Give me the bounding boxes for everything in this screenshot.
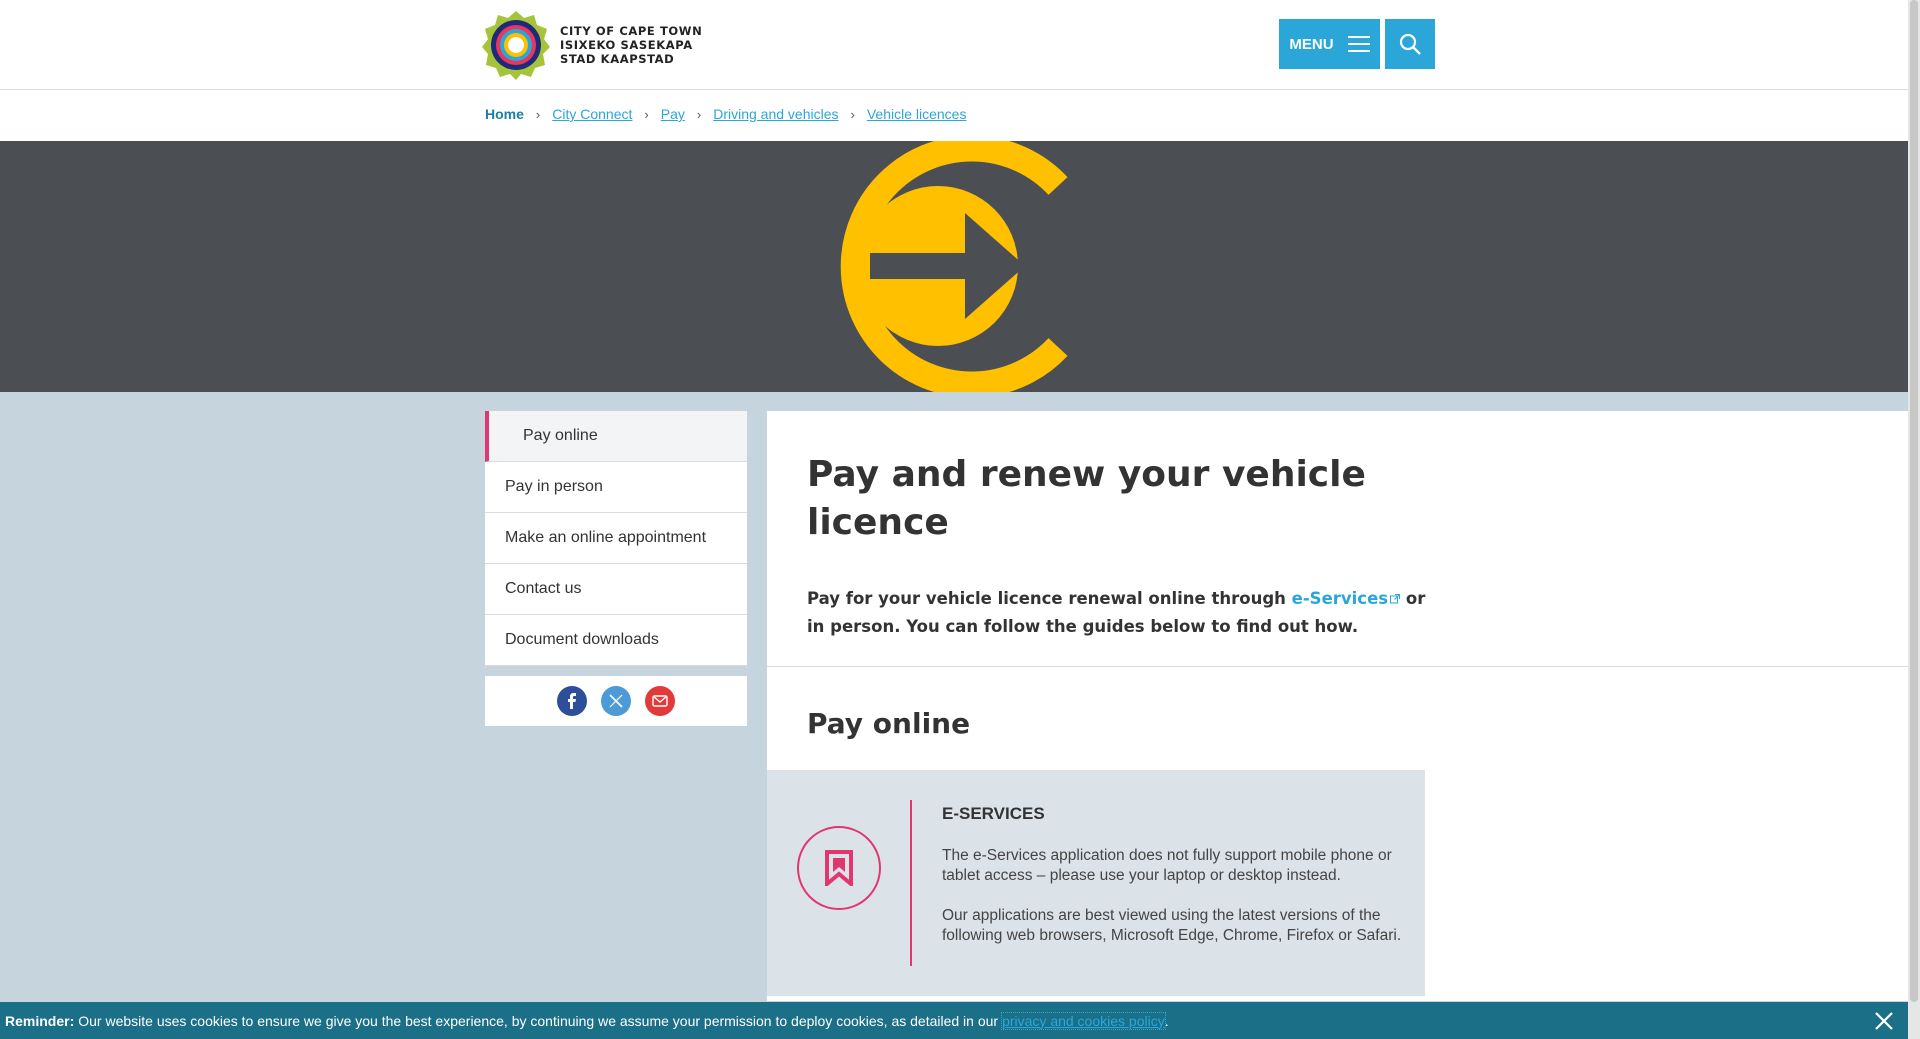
search-icon bbox=[1399, 33, 1421, 55]
e-services-link[interactable]: e-Services bbox=[1291, 589, 1401, 608]
breadcrumb-city-connect[interactable]: City Connect bbox=[552, 106, 632, 122]
sidebar-item-pay-online[interactable]: Pay online bbox=[485, 411, 747, 462]
cookie-end: . bbox=[1164, 1012, 1169, 1029]
breadcrumb-pay[interactable]: Pay bbox=[661, 106, 685, 122]
site-header: CITY OF CAPE TOWN ISIXEKO SASEKAPA STAD … bbox=[0, 0, 1908, 90]
scrollbar-thumb[interactable] bbox=[1910, 0, 1918, 1002]
menu-label: MENU bbox=[1289, 35, 1334, 53]
bookmark-icon bbox=[825, 850, 853, 886]
logo-line: STAD KAAPSTAD bbox=[560, 52, 675, 66]
card-title: E-SERVICES bbox=[942, 804, 1045, 823]
chevron-right-icon: › bbox=[696, 106, 702, 122]
logo-line: ISIXEKO SASEKAPA bbox=[560, 38, 693, 52]
breadcrumb-vehicle-licences[interactable]: Vehicle licences bbox=[867, 106, 967, 122]
breadcrumb: Home › City Connect › Pay › Driving and … bbox=[485, 106, 966, 122]
sidebar-item-label: Contact us bbox=[505, 580, 582, 597]
external-link-icon bbox=[1390, 594, 1401, 604]
sidebar-item-contact-us[interactable]: Contact us bbox=[485, 564, 747, 615]
breadcrumb-bar: Home › City Connect › Pay › Driving and … bbox=[0, 90, 1908, 141]
breadcrumb-home[interactable]: Home bbox=[485, 106, 524, 122]
main-content: Pay and renew your vehicle licence Pay f… bbox=[767, 411, 1908, 1001]
sidebar-item-label: Make an online appointment bbox=[505, 529, 707, 546]
sidebar-nav: Pay online Pay in person Make an online … bbox=[485, 411, 747, 666]
sidebar-item-label: Pay in person bbox=[505, 478, 603, 495]
privacy-policy-link[interactable]: privacy and cookies policy bbox=[1001, 1011, 1166, 1030]
logo-line: CITY OF CAPE TOWN bbox=[560, 24, 703, 38]
card-paragraph: The e-Services application does not full… bbox=[942, 847, 1392, 884]
page-scrollbar[interactable] bbox=[1908, 0, 1920, 1039]
email-share-button[interactable] bbox=[645, 686, 675, 716]
hamburger-icon bbox=[1347, 36, 1370, 52]
sidebar-item-pay-in-person[interactable]: Pay in person bbox=[485, 462, 747, 513]
chevron-right-icon: › bbox=[850, 106, 855, 122]
chevron-right-icon: › bbox=[644, 106, 649, 122]
city-logo[interactable]: CITY OF CAPE TOWN ISIXEKO SASEKAPA STAD … bbox=[480, 9, 702, 81]
sidebar-item-label: Pay online bbox=[523, 427, 598, 444]
e-services-link-label: e-Services bbox=[1291, 589, 1389, 608]
chevron-right-icon: › bbox=[535, 106, 541, 122]
page-title: Pay and renew your vehicle licence bbox=[807, 454, 1366, 543]
section-divider bbox=[767, 666, 1908, 667]
x-icon bbox=[609, 694, 623, 708]
hero-banner bbox=[0, 141, 1908, 392]
section-title: Pay online bbox=[807, 707, 971, 740]
share-bar bbox=[485, 676, 747, 726]
card-paragraph: Our applications are best viewed using t… bbox=[942, 907, 1402, 944]
cookie-label: Reminder: bbox=[5, 1012, 75, 1029]
cookie-banner: Reminder: Our website uses cookies to en… bbox=[0, 1002, 1908, 1039]
breadcrumb-driving-vehicles[interactable]: Driving and vehicles bbox=[713, 106, 838, 122]
city-name: CITY OF CAPE TOWN ISIXEKO SASEKAPA STAD … bbox=[560, 24, 702, 66]
sidebar-item-document-downloads[interactable]: Document downloads bbox=[485, 615, 747, 666]
email-icon bbox=[652, 695, 668, 707]
menu-button[interactable]: MENU bbox=[1279, 19, 1380, 69]
cookie-text: Our website uses cookies to ensure we gi… bbox=[78, 1012, 999, 1029]
intro-before: Pay for your vehicle licence renewal onl… bbox=[807, 589, 1292, 608]
city-seal-icon bbox=[482, 11, 550, 80]
facebook-icon bbox=[568, 693, 576, 709]
facebook-share-button[interactable] bbox=[557, 686, 587, 716]
card-accent-rule bbox=[910, 800, 912, 966]
sidebar-item-online-appointment[interactable]: Make an online appointment bbox=[485, 513, 747, 564]
e-services-logo-icon bbox=[840, 141, 1068, 392]
sidebar-item-label: Document downloads bbox=[505, 631, 659, 648]
card-icon-circle bbox=[797, 826, 881, 910]
close-icon[interactable] bbox=[1873, 1010, 1895, 1032]
intro-text: Pay for your vehicle licence renewal onl… bbox=[807, 585, 1427, 641]
search-button[interactable] bbox=[1385, 19, 1435, 69]
x-share-button[interactable] bbox=[601, 686, 631, 716]
e-services-card: E-SERVICES The e-Services application do… bbox=[767, 770, 1425, 996]
